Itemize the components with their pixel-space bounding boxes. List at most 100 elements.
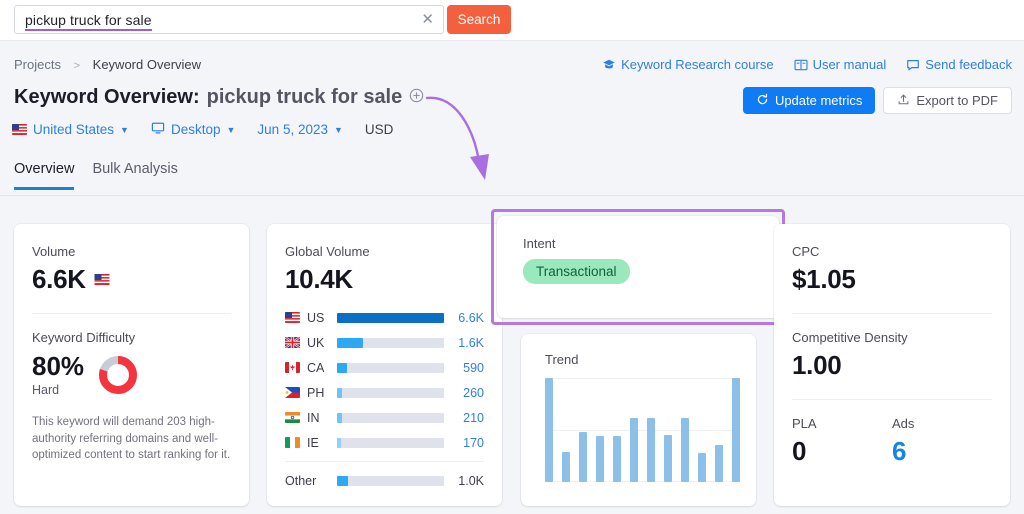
trend-bar[interactable] xyxy=(681,418,689,482)
status-badge: Transactional xyxy=(523,259,630,284)
in-flag-icon xyxy=(285,412,300,423)
update-metrics-label: Update metrics xyxy=(775,93,862,108)
country-volume[interactable]: 210 xyxy=(444,411,484,425)
send-feedback-link[interactable]: Send feedback xyxy=(906,57,1012,72)
country-filter[interactable]: United States ▼ xyxy=(12,122,129,137)
table-row: Other 1.0K xyxy=(285,468,484,493)
close-icon[interactable]: ✕ xyxy=(421,12,434,28)
header-links: Keyword Research course User manual Send… xyxy=(602,57,1012,72)
ads-label: Ads xyxy=(892,416,992,431)
volume-bar xyxy=(337,413,444,423)
volume-bar xyxy=(337,438,444,448)
country-code: US xyxy=(307,311,337,325)
volume-bar xyxy=(337,476,444,486)
search-input[interactable]: pickup truck for sale ✕ xyxy=(14,5,444,34)
update-metrics-button[interactable]: Update metrics xyxy=(743,87,875,114)
currency-label: USD xyxy=(365,122,394,137)
filter-row: United States ▼ Desktop ▼ Jun 5, 2023 ▼ … xyxy=(12,121,393,138)
send-feedback-label: Send feedback xyxy=(925,57,1012,72)
country-filter-label: United States xyxy=(33,122,114,137)
volume-bar xyxy=(337,338,444,348)
table-row[interactable]: IE 170 xyxy=(285,430,484,455)
comment-icon xyxy=(906,58,920,72)
trend-label: Trend xyxy=(545,352,756,367)
upload-icon xyxy=(897,93,910,109)
ads-value[interactable]: 6 xyxy=(892,436,992,467)
tab-bar: Overview Bulk Analysis xyxy=(14,161,178,190)
keyword-research-course-label: Keyword Research course xyxy=(621,57,773,72)
table-row[interactable]: IN 210 xyxy=(285,405,484,430)
trend-chart xyxy=(545,378,740,482)
table-row[interactable]: PH 260 xyxy=(285,380,484,405)
trend-bar[interactable] xyxy=(613,436,621,482)
tab-bulk-analysis[interactable]: Bulk Analysis xyxy=(92,161,177,190)
user-manual-link[interactable]: User manual xyxy=(794,57,887,72)
device-filter[interactable]: Desktop ▼ xyxy=(151,121,235,138)
breadcrumb-projects[interactable]: Projects xyxy=(14,57,61,72)
trend-card: Trend xyxy=(521,334,756,506)
volume-bar xyxy=(337,388,444,398)
search-input-value: pickup truck for sale xyxy=(25,12,152,31)
refresh-icon xyxy=(756,93,769,109)
ph-flag-icon xyxy=(285,387,300,398)
trend-bar[interactable] xyxy=(579,432,587,482)
search-button[interactable]: Search xyxy=(447,5,511,34)
competitive-density-value: 1.00 xyxy=(792,350,992,381)
date-filter-label: Jun 5, 2023 xyxy=(257,122,328,137)
global-volume-label: Global Volume xyxy=(285,244,484,259)
country-code: IN xyxy=(307,411,337,425)
user-manual-label: User manual xyxy=(813,57,887,72)
table-row[interactable]: UK 1.6K xyxy=(285,330,484,355)
search-bar: pickup truck for sale ✕ Search xyxy=(0,0,1024,41)
other-volume: 1.0K xyxy=(444,474,484,488)
trend-bar[interactable] xyxy=(698,453,706,482)
intent-label: Intent xyxy=(523,236,779,251)
table-row[interactable]: CA 590 xyxy=(285,355,484,380)
country-volume[interactable]: 260 xyxy=(444,386,484,400)
trend-bar[interactable] xyxy=(545,378,553,482)
tab-overview[interactable]: Overview xyxy=(14,161,74,190)
us-flag-icon xyxy=(285,312,300,323)
chevron-down-icon: ▼ xyxy=(227,125,236,135)
pla-label: PLA xyxy=(792,416,892,431)
volume-bar xyxy=(337,363,444,373)
trend-bar[interactable] xyxy=(562,452,570,482)
trend-bar[interactable] xyxy=(715,445,723,482)
page-title-keyword: pickup truck for sale xyxy=(207,86,403,109)
country-volume[interactable]: 1.6K xyxy=(444,336,484,350)
table-row[interactable]: US 6.6K xyxy=(285,305,484,330)
country-volume[interactable]: 170 xyxy=(444,436,484,450)
export-to-pdf-button[interactable]: Export to PDF xyxy=(883,87,1012,114)
keyword-difficulty-donut xyxy=(96,353,140,402)
chevron-down-icon: ▼ xyxy=(334,125,343,135)
keyword-difficulty-label: Keyword Difficulty xyxy=(32,330,231,345)
trend-bar[interactable] xyxy=(596,436,604,482)
breadcrumb: Projects > Keyword Overview xyxy=(14,57,201,72)
other-label: Other xyxy=(285,474,337,488)
volume-label: Volume xyxy=(32,244,231,259)
monitor-icon xyxy=(151,121,165,138)
keyword-difficulty-value: 80% xyxy=(32,351,84,382)
global-volume-card: Global Volume 10.4K US 6.6K UK 1.6K CA 5… xyxy=(267,224,502,506)
country-volume[interactable]: 590 xyxy=(444,361,484,375)
cpc-label: CPC xyxy=(792,244,992,259)
plus-circle-icon[interactable] xyxy=(409,88,424,108)
chevron-down-icon: ▼ xyxy=(120,125,129,135)
breadcrumb-separator: > xyxy=(74,60,80,72)
country-volume[interactable]: 6.6K xyxy=(444,311,484,325)
country-code: UK xyxy=(307,336,337,350)
page-title: Keyword Overview: pickup truck for sale xyxy=(14,86,424,109)
trend-bar[interactable] xyxy=(647,418,655,482)
us-flag-icon xyxy=(12,124,27,135)
keyword-research-course-link[interactable]: Keyword Research course xyxy=(602,57,773,72)
pla-value: 0 xyxy=(792,436,892,467)
volume-bar xyxy=(337,313,444,323)
global-volume-value: 10.4K xyxy=(285,264,484,295)
trend-bar[interactable] xyxy=(630,418,638,482)
divider xyxy=(285,461,484,462)
trend-bar[interactable] xyxy=(732,378,740,482)
country-code: CA xyxy=(307,361,337,375)
uk-flag-icon xyxy=(285,337,300,348)
trend-bar[interactable] xyxy=(664,435,672,482)
date-filter[interactable]: Jun 5, 2023 ▼ xyxy=(257,122,342,137)
